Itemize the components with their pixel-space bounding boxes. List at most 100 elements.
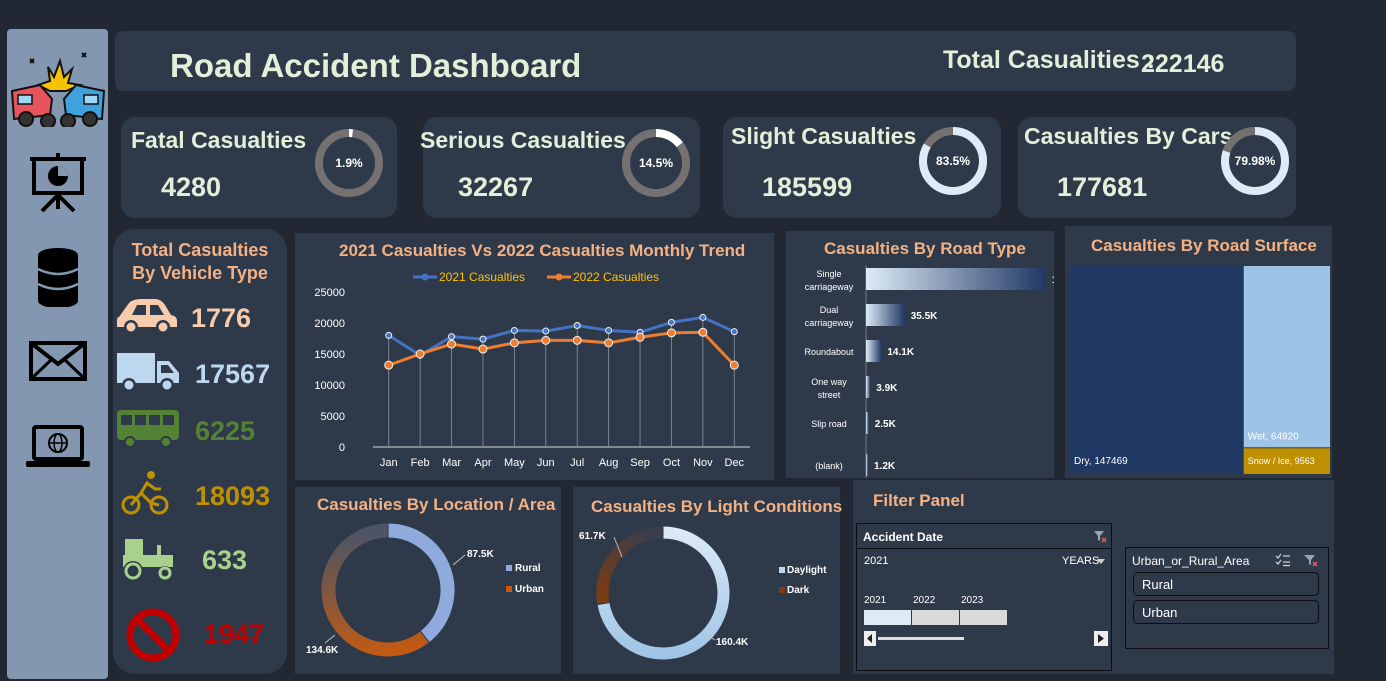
bar-value-label: 35.5K xyxy=(911,311,938,322)
kpi-card-cars: Casualties By Cars 177681 79.98% xyxy=(1018,117,1296,218)
legend-swatch xyxy=(779,587,785,593)
kpi-card-serious: Serious Casualties 32267 14.5% xyxy=(420,117,700,218)
data-point xyxy=(384,360,394,370)
clear-filter-icon[interactable] xyxy=(1093,529,1107,543)
arrow-right-icon xyxy=(1098,634,1104,643)
chevron-down-icon xyxy=(1097,559,1105,564)
vehicle-row-other: 1947 xyxy=(113,607,287,662)
vehicle-row-bicycle: 18093 xyxy=(113,469,287,519)
vehicle-value: 6225 xyxy=(195,416,256,446)
timeline-bar-2023[interactable] xyxy=(960,610,1007,625)
no-entry-icon xyxy=(126,608,180,662)
x-tick-label: Jun xyxy=(537,457,555,469)
leader-line xyxy=(452,554,466,566)
vehicle-value: 633 xyxy=(202,545,248,575)
year-label-2023: 2023 xyxy=(961,595,984,606)
bicycle-icon xyxy=(121,471,169,515)
multi-select-icon[interactable] xyxy=(1275,553,1291,567)
slicer-divider xyxy=(857,548,1111,549)
data-point xyxy=(666,328,676,338)
x-tick-label: Dec xyxy=(725,457,745,469)
kpi-pct: 1.9% xyxy=(335,156,363,170)
legend-label: 2022 Casualties xyxy=(573,270,659,284)
scroll-left-button[interactable] xyxy=(864,631,876,646)
x-tick-label: Jul xyxy=(570,457,584,469)
timeline-bar-2022[interactable] xyxy=(912,610,959,625)
x-tick-label: Aug xyxy=(599,457,619,469)
slicer-item-rural[interactable]: Rural xyxy=(1133,572,1319,596)
period-level-dropdown[interactable]: YEARS xyxy=(1062,555,1099,567)
kpi-donut: 1.9% xyxy=(315,129,383,197)
y-tick-label: 10000 xyxy=(314,380,345,392)
x-tick-label: Mar xyxy=(442,457,461,469)
x-tick-label: Sep xyxy=(630,457,650,469)
legend-swatch xyxy=(779,567,785,573)
vehicle-title-line1: Total Casualties xyxy=(131,240,269,260)
x-tick-label: Jan xyxy=(380,457,398,469)
laptop-globe-icon[interactable] xyxy=(7,425,108,469)
slice-label-dark: 61.7K xyxy=(579,531,606,542)
legend-label: Urban xyxy=(515,584,544,595)
tractor-icon xyxy=(123,539,173,581)
vehicle-row-car: 1776 xyxy=(113,295,287,345)
filter-panel-title: Filter Panel xyxy=(873,491,965,510)
kpi-pct: 79.98% xyxy=(1235,154,1276,168)
bar xyxy=(866,412,869,434)
mail-icon[interactable] xyxy=(7,340,108,382)
x-tick-label: Nov xyxy=(693,457,713,469)
x-tick-label: Apr xyxy=(474,457,491,469)
bar-value-label: 14.1K xyxy=(887,347,914,358)
timeline-bar-2021[interactable] xyxy=(864,610,911,625)
data-point xyxy=(385,331,393,339)
year-label-2022: 2022 xyxy=(913,595,936,606)
vehicle-value: 1947 xyxy=(204,619,265,649)
scroll-thumb[interactable] xyxy=(878,637,964,640)
road-type-chart: 165.0K Singlecarriageway 35.5K Dualcarriage… xyxy=(804,265,1054,478)
filter-panel: Filter Panel Accident Date 2021 YEARS 20… xyxy=(853,480,1334,674)
data-point xyxy=(541,335,551,345)
kpi-pct: 14.5% xyxy=(639,156,673,170)
road-type-panel: Casualties By Road Type 165.0KSinglecarr… xyxy=(786,231,1054,478)
slice-label-daylight: 160.4K xyxy=(716,637,749,648)
timeline-scrollbar[interactable] xyxy=(864,631,1110,646)
total-casualties-label: Total Casualities : xyxy=(943,46,1156,74)
location-donut: 87.5K 134.6K Rural Urban xyxy=(306,522,544,658)
presentation-icon[interactable] xyxy=(7,151,108,213)
category-label: Single carriageway xyxy=(805,269,854,292)
data-point xyxy=(605,326,613,334)
vehicle-row-bus: 6225 xyxy=(113,408,287,458)
arrow-left-icon xyxy=(867,634,872,643)
category-label: Slip road xyxy=(811,419,847,429)
series-line xyxy=(387,315,735,357)
bar-value-label: 165.0K xyxy=(1052,275,1054,286)
kpi-pct: 83.5% xyxy=(936,154,970,168)
vehicle-row-truck: 17567 xyxy=(113,351,287,401)
treemap-label-snow: Snow / Ice, 9563 xyxy=(1248,456,1315,466)
data-point xyxy=(447,339,457,349)
kpi-card-slight: Slight Casualties 185599 83.5% xyxy=(723,117,1001,218)
bar xyxy=(866,268,1046,290)
slicer-item-urban[interactable]: Urban xyxy=(1133,600,1319,624)
treemap-cell-wet xyxy=(1243,266,1330,448)
x-tick-label: May xyxy=(504,457,525,469)
page-title: Road Accident Dashboard xyxy=(170,47,582,84)
location-slice xyxy=(387,522,456,644)
data-point xyxy=(448,333,456,341)
clear-filter-icon[interactable] xyxy=(1303,553,1318,567)
data-point xyxy=(635,332,645,342)
data-point xyxy=(572,335,582,345)
kpi-card-fatal: Fatal Casualties 4280 1.9% xyxy=(121,117,397,218)
vehicle-type-panel: Total Casualties By Vehicle Type 1776 17… xyxy=(113,229,287,674)
data-point xyxy=(509,338,519,348)
bar xyxy=(866,304,905,326)
sidebar xyxy=(7,29,108,679)
bar xyxy=(866,340,882,362)
database-icon[interactable] xyxy=(7,247,108,307)
scroll-right-button[interactable] xyxy=(1094,631,1108,646)
vehicle-value: 18093 xyxy=(195,481,271,511)
kpi-label: Slight Casualties xyxy=(731,123,917,149)
bar-value-label: 2.5K xyxy=(875,419,897,430)
location-panel: Casualties By Location / Area 87.5K 134.6… xyxy=(295,487,561,674)
leader-line xyxy=(324,634,336,644)
x-tick-label: Feb xyxy=(411,457,430,469)
